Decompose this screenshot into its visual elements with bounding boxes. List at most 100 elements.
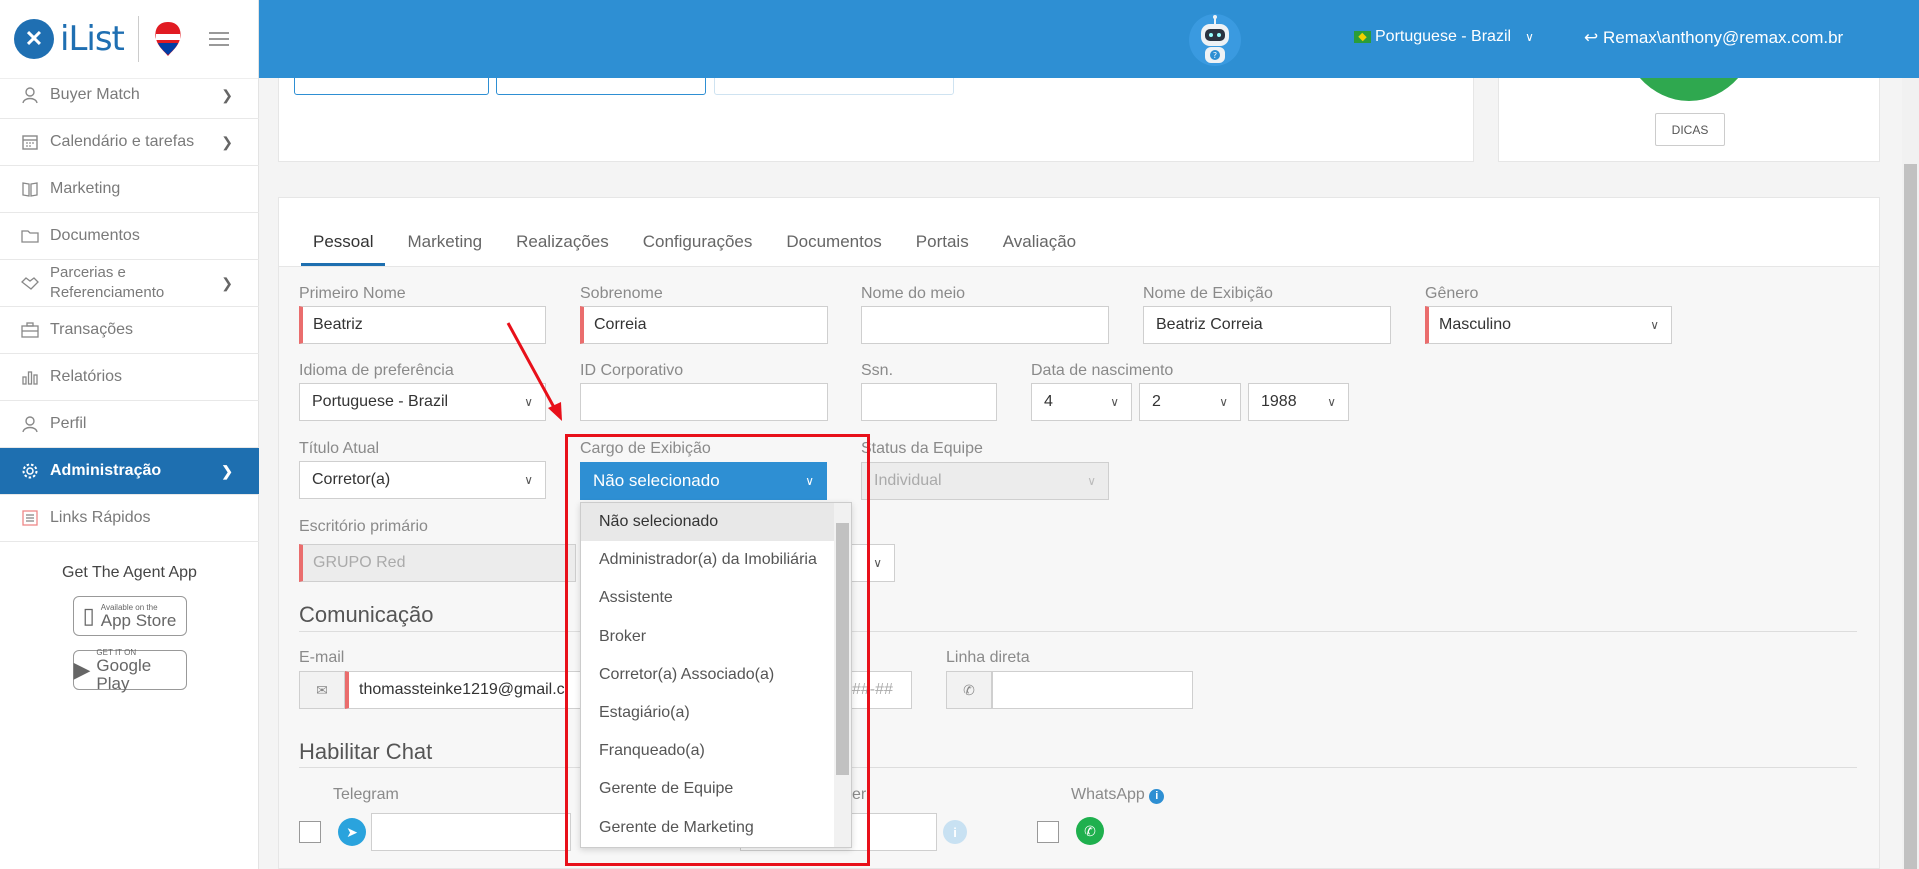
id-corporativo-input[interactable] [580, 383, 828, 421]
telegram-label: Telegram [333, 786, 399, 803]
sidebar-item-administracao[interactable]: Administração ❯ [0, 448, 259, 495]
whatsapp-checkbox[interactable] [1037, 821, 1059, 843]
user-search-icon [20, 85, 40, 105]
telegram-checkbox[interactable] [299, 821, 321, 843]
idioma-label: Idioma de preferência [299, 362, 454, 379]
divider [299, 631, 1857, 632]
svg-text:?: ? [1213, 51, 1217, 60]
linha-direta-label: Linha direta [946, 649, 1030, 666]
birth-year-select[interactable]: 1988 ∨ [1248, 383, 1349, 421]
envelope-icon: ✉ [299, 671, 345, 709]
logo-area: ✕ iList [0, 0, 258, 79]
chevron-down-icon: ∨ [1110, 395, 1119, 409]
sidebar-item-parcerias[interactable]: Parcerias e Referenciamento ❯ [0, 260, 259, 307]
email-label: E-mail [299, 649, 345, 666]
agent-app-title: Get The Agent App [62, 564, 197, 581]
nome-meio-input[interactable] [861, 306, 1109, 344]
language-label: Portuguese - Brazil [1375, 28, 1512, 45]
tab-configuracoes[interactable]: Configurações [631, 232, 765, 266]
assistant-robot-icon[interactable]: ? [1187, 10, 1243, 68]
logout-arrow-icon: ↩ [1584, 28, 1599, 47]
info-icon[interactable]: i [943, 820, 967, 844]
tab-realizacoes[interactable]: Realizações [504, 232, 621, 266]
user-label: Remax\anthony@remax.com.br [1602, 28, 1844, 47]
tab-documentos[interactable]: Documentos [774, 232, 893, 266]
sidebar-item-links-rapidos[interactable]: Links Rápidos [0, 495, 259, 542]
linha-direta-input[interactable] [992, 671, 1193, 709]
sidebar-item-calendario[interactable]: Calendário e tarefas ❯ [0, 119, 259, 166]
id-corporativo-label: ID Corporativo [580, 362, 684, 379]
telegram-input[interactable] [371, 813, 571, 851]
sidebar-item-label: Relatórios [50, 368, 123, 385]
birth-day-select[interactable]: 4 ∨ [1031, 383, 1132, 421]
profile-tabs: Pessoal Marketing Realizações Configuraç… [279, 198, 1879, 267]
status-equipe-select: Individual ∨ [861, 462, 1109, 500]
nome-exibicao-input[interactable]: Beatriz Correia [1143, 306, 1391, 344]
page-scrollbar[interactable] [1902, 78, 1919, 869]
genero-select[interactable]: Masculino ∨ [1425, 306, 1672, 344]
sidebar-item-label: Parcerias e Referenciamento [50, 264, 165, 301]
book-icon [20, 179, 40, 199]
idioma-value: Portuguese - Brazil [312, 393, 449, 410]
primeiro-nome-label: Primeiro Nome [299, 285, 406, 302]
dicas-button[interactable]: DICAS [1655, 113, 1725, 146]
chevron-right-icon: ❯ [221, 275, 233, 291]
divider [299, 767, 1857, 768]
escritorio-label: Escritório primário [299, 518, 428, 535]
birth-month-value: 2 [1152, 393, 1161, 410]
chevron-down-icon: ∨ [1087, 474, 1096, 488]
sidebar-item-perfil[interactable]: Perfil [0, 401, 259, 448]
telegram-icon: ➤ [338, 818, 366, 846]
hamburger-menu-icon[interactable] [208, 28, 229, 50]
chevron-down-icon: ∨ [1525, 30, 1534, 44]
data-nascimento-label: Data de nascimento [1031, 362, 1174, 379]
sidebar-item-documentos[interactable]: Documentos [0, 213, 259, 260]
gear-icon [20, 461, 40, 481]
brand-name: iList [60, 19, 125, 59]
chevron-right-icon: ❯ [221, 462, 233, 479]
sidebar-item-relatorios[interactable]: Relatórios [0, 354, 259, 401]
google-play-button[interactable]: ▶ GET IT ON Google Play [72, 648, 187, 692]
sidebar-item-transacoes[interactable]: Transações [0, 307, 259, 354]
phone-icon: ✆ [946, 671, 992, 709]
whatsapp-text: WhatsApp [1071, 786, 1145, 803]
user-icon [20, 414, 40, 434]
language-selector[interactable]: Portuguese - Brazil ∨ [1354, 28, 1534, 46]
genero-value: Masculino [1439, 316, 1512, 333]
ssn-input[interactable] [861, 383, 997, 421]
page-scroll-thumb[interactable] [1904, 164, 1917, 869]
sidebar-item-label: Marketing [50, 180, 121, 197]
remax-balloon-icon [155, 22, 181, 56]
info-icon[interactable]: i [1149, 789, 1165, 804]
user-menu[interactable]: ↩ Remax\anthony@remax.com.br [1584, 28, 1843, 48]
calendar-icon [20, 132, 40, 152]
titulo-atual-select[interactable]: Corretor(a) ∨ [299, 461, 546, 499]
birth-day-value: 4 [1044, 393, 1053, 410]
annotation-arrow [506, 322, 562, 421]
profile-form-card: Pessoal Marketing Realizações Configuraç… [278, 197, 1880, 869]
link-icon [20, 508, 40, 528]
sidebar-item-marketing[interactable]: Marketing [0, 166, 259, 213]
tab-avaliacao[interactable]: Avaliação [991, 232, 1088, 266]
whatsapp-icon: ✆ [1076, 817, 1104, 845]
tab-pessoal[interactable]: Pessoal [301, 232, 386, 266]
tab-marketing[interactable]: Marketing [395, 232, 494, 266]
brazil-flag-icon [1354, 31, 1371, 43]
chevron-right-icon: ❯ [221, 86, 233, 103]
chevron-down-icon: ∨ [1327, 395, 1336, 409]
chevron-down-icon: ∨ [524, 473, 533, 487]
birth-month-select[interactable]: 2 ∨ [1139, 383, 1241, 421]
chevron-down-icon: ∨ [873, 556, 882, 570]
app-store-button[interactable]: ▯ Available on the App Store [72, 596, 187, 636]
genero-label: Gênero [1425, 285, 1479, 302]
logo-divider [137, 16, 139, 62]
whatsapp-label: WhatsApp i [1071, 786, 1165, 804]
sobrenome-input[interactable]: Correia [580, 306, 828, 344]
email-input[interactable]: thomassteinke1219@gmail.c [345, 671, 585, 709]
nome-meio-label: Nome do meio [861, 285, 966, 302]
phone-icon: ▯ [82, 603, 95, 628]
top-header: ? Portuguese - Brazil ∨ ↩ Remax\anthony@… [259, 0, 1919, 78]
escritorio-select: GRUPO Red [299, 544, 576, 582]
tab-portais[interactable]: Portais [904, 232, 981, 266]
sidebar-item-buyer-match[interactable]: Buyer Match ❯ [0, 72, 259, 119]
